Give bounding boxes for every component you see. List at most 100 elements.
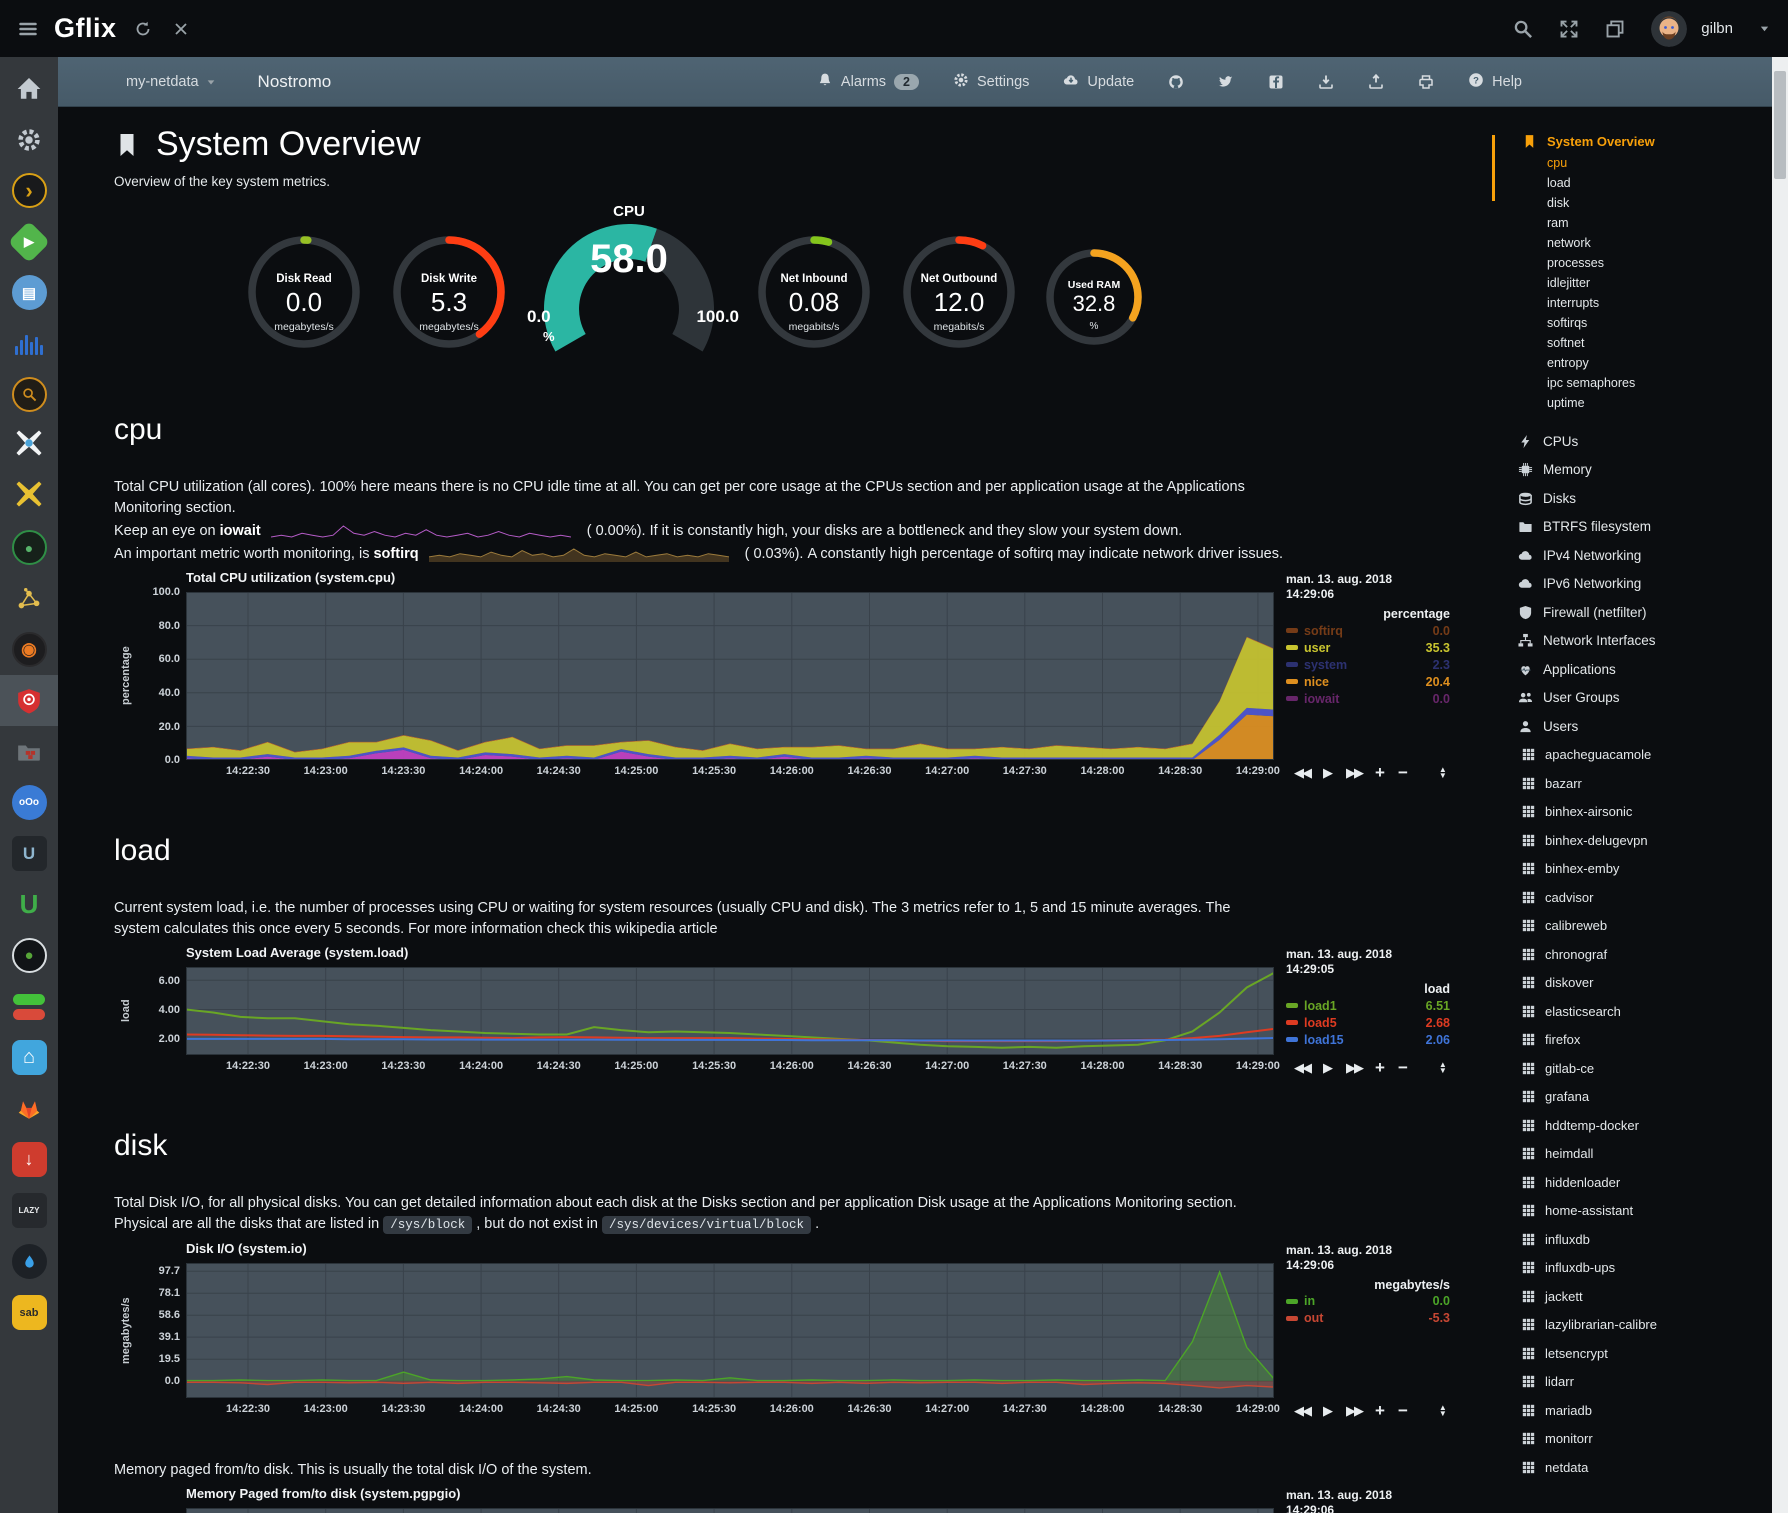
sidebar-item-memory[interactable]: Memory xyxy=(1518,456,1760,485)
avatar[interactable] xyxy=(1651,11,1687,47)
refresh-tab-icon[interactable] xyxy=(135,21,151,37)
sidebar-item-bazarr[interactable]: bazarr xyxy=(1522,769,1760,798)
monitorr-icon[interactable] xyxy=(0,981,58,1032)
sidebar-item-letsencrypt[interactable]: letsencrypt xyxy=(1522,1339,1760,1368)
sidebar-item-influxdb[interactable]: influxdb xyxy=(1522,1225,1760,1254)
home-icon[interactable] xyxy=(0,63,58,114)
hamburger-menu-icon[interactable] xyxy=(18,19,38,39)
sidebar-item-softnet[interactable]: softnet xyxy=(1522,333,1760,353)
sidebar-item-diskover[interactable]: diskover xyxy=(1522,969,1760,998)
docker-folder-icon[interactable] xyxy=(0,726,58,777)
chart-pan-left-button[interactable]: ◀◀ xyxy=(1294,765,1310,781)
disk-io-chart[interactable]: Disk I/O (system.io)megabytes/s0.019.539… xyxy=(114,1241,1474,1422)
import-upload-icon[interactable] xyxy=(1368,74,1384,90)
print-icon[interactable] xyxy=(1418,74,1434,90)
deluge-icon[interactable]: ● xyxy=(0,522,58,573)
chart-play-button[interactable]: ▶ xyxy=(1323,1060,1333,1076)
chart-pan-right-button[interactable]: ▶▶ xyxy=(1346,1403,1362,1419)
nextcloud-icon[interactable]: oOo xyxy=(0,777,58,828)
sidebar-item-mariadb[interactable]: mariadb xyxy=(1522,1396,1760,1425)
chart-pan-right-button[interactable]: ▶▶ xyxy=(1346,765,1362,781)
unraid-icon[interactable]: U xyxy=(0,828,58,879)
chart-plot[interactable] xyxy=(186,967,1274,1055)
sidebar-item-apacheguacamole[interactable]: apacheguacamole xyxy=(1522,741,1760,770)
utorrent-icon[interactable]: U xyxy=(0,879,58,930)
grafana-icon[interactable]: ◉ xyxy=(0,624,58,675)
chart-resize-handle[interactable]: ▲▼ xyxy=(1439,1062,1447,1074)
chart-play-button[interactable]: ▶ xyxy=(1323,1403,1333,1419)
chart-play-button[interactable]: ▶ xyxy=(1323,765,1333,781)
legend-series-out[interactable]: out-5.3 xyxy=(1286,1310,1450,1327)
app-cross-yellow-icon[interactable] xyxy=(0,471,58,522)
chart-legend[interactable]: man. 13. aug. 201814:29:06megabytes/sin0… xyxy=(1286,1488,1450,1513)
sidebar-item-elasticsearch[interactable]: elasticsearch xyxy=(1522,997,1760,1026)
sidebar-item-uptime[interactable]: uptime xyxy=(1522,393,1760,413)
gauge-disk-write[interactable]: Disk Write5.3megabytes/s xyxy=(379,233,519,351)
legend-series-user[interactable]: user35.3 xyxy=(1286,639,1450,656)
sidebar-item-lidarr[interactable]: lidarr xyxy=(1522,1368,1760,1397)
gauge-net-inbound[interactable]: Net Inbound0.08megabits/s xyxy=(739,233,889,351)
sidebar-item-grafana[interactable]: grafana xyxy=(1522,1083,1760,1112)
sidebar-item-firefox[interactable]: firefox xyxy=(1522,1026,1760,1055)
gauge-used-ram[interactable]: Used RAM32.8% xyxy=(1029,247,1159,347)
sidebar-item-netdata[interactable]: netdata xyxy=(1522,1453,1760,1482)
sidebar-item-monitorr[interactable]: monitorr xyxy=(1522,1425,1760,1454)
sidebar-item-chronograf[interactable]: chronograf xyxy=(1522,940,1760,969)
sidebar-item-softirqs[interactable]: softirqs xyxy=(1522,313,1760,333)
sidebar-item-btrfs-filesystem[interactable]: BTRFS filesystem xyxy=(1518,513,1760,542)
sidebar-item-idlejitter[interactable]: idlejitter xyxy=(1522,273,1760,293)
plex-icon[interactable]: › xyxy=(0,165,58,216)
sidebar-item-processes[interactable]: processes xyxy=(1522,253,1760,273)
page-scrollbar[interactable] xyxy=(1772,57,1788,1513)
username[interactable]: gilbn xyxy=(1701,20,1733,37)
youtubedl-icon[interactable]: ↓ xyxy=(0,1134,58,1185)
gauge-net-outbound[interactable]: Net Outbound12.0megabits/s xyxy=(889,233,1029,351)
chart-legend[interactable]: man. 13. aug. 201814:29:06megabytes/sin0… xyxy=(1286,1243,1450,1327)
sidebar-item-hiddenloader[interactable]: hiddenloader xyxy=(1522,1168,1760,1197)
chart-pan-left-button[interactable]: ◀◀ xyxy=(1294,1060,1310,1076)
sidebar-item-home-assistant[interactable]: home-assistant xyxy=(1522,1197,1760,1226)
legend-series-load5[interactable]: load52.68 xyxy=(1286,1014,1450,1031)
cpu-chart[interactable]: Total CPU utilization (system.cpu)percen… xyxy=(114,570,1474,784)
chart-legend[interactable]: man. 13. aug. 201814:29:06percentagesoft… xyxy=(1286,572,1450,707)
sidebar-item-applications[interactable]: Applications xyxy=(1518,655,1760,684)
sidebar-item-ipc-semaphores[interactable]: ipc semaphores xyxy=(1522,373,1760,393)
chart-pan-left-button[interactable]: ◀◀ xyxy=(1294,1403,1310,1419)
sidebar-item-interrupts[interactable]: interrupts xyxy=(1522,293,1760,313)
fullscreen-icon[interactable] xyxy=(1559,19,1579,39)
sidebar-item-network[interactable]: network xyxy=(1522,233,1760,253)
chart-zoom-in-button[interactable]: + xyxy=(1375,1058,1385,1078)
sidebar-item-gitlab-ce[interactable]: gitlab-ce xyxy=(1522,1054,1760,1083)
legend-series-system[interactable]: system2.3 xyxy=(1286,656,1450,673)
sidebar-item-binhex-delugevpn[interactable]: binhex-delugevpn xyxy=(1522,826,1760,855)
home-assistant-icon[interactable]: ⌂ xyxy=(0,1032,58,1083)
settings-gear-icon[interactable] xyxy=(0,114,58,165)
gauge-disk-read[interactable]: Disk Read0.0megabytes/s xyxy=(229,233,379,351)
sidebar-item-calibreweb[interactable]: calibreweb xyxy=(1522,912,1760,941)
sidebar-item-cpus[interactable]: CPUs xyxy=(1518,427,1760,456)
omv-icon[interactable]: ● xyxy=(0,930,58,981)
sidebar-item-heimdall[interactable]: heimdall xyxy=(1522,1140,1760,1169)
chart-legend[interactable]: man. 13. aug. 201814:29:05loadload16.51l… xyxy=(1286,947,1450,1048)
emby-icon[interactable]: ▶ xyxy=(0,216,58,267)
settings-button[interactable]: Settings xyxy=(953,72,1029,92)
sidebar-item-binhex-emby[interactable]: binhex-emby xyxy=(1522,855,1760,884)
alarms-button[interactable]: Alarms 2 xyxy=(817,72,919,92)
chart-zoom-out-button[interactable]: − xyxy=(1398,1401,1408,1421)
update-button[interactable]: Update xyxy=(1063,72,1134,92)
chart-zoom-out-button[interactable]: − xyxy=(1398,763,1408,783)
facebook-icon[interactable] xyxy=(1268,74,1284,90)
chart-zoom-in-button[interactable]: + xyxy=(1375,763,1385,783)
sidebar-item-binhex-airsonic[interactable]: binhex-airsonic xyxy=(1522,798,1760,827)
chart-resize-handle[interactable]: ▲▼ xyxy=(1439,767,1447,779)
sidebar-item-entropy[interactable]: entropy xyxy=(1522,353,1760,373)
scrollbar-thumb[interactable] xyxy=(1774,71,1786,179)
close-tab-icon[interactable] xyxy=(173,21,189,37)
jackett-icon[interactable] xyxy=(0,369,58,420)
node-dropdown[interactable]: my-netdata xyxy=(126,74,216,90)
app-cross-white-icon[interactable] xyxy=(0,420,58,471)
chart-pan-right-button[interactable]: ▶▶ xyxy=(1346,1060,1362,1076)
help-button[interactable]: ? Help xyxy=(1468,72,1522,92)
sidebar-item-disk[interactable]: disk xyxy=(1522,193,1760,213)
sidebar-item-cpu[interactable]: cpu xyxy=(1522,153,1760,173)
